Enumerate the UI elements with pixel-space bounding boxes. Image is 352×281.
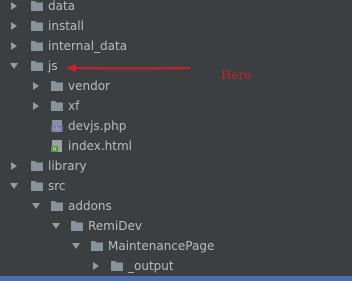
chevron-right-icon[interactable] bbox=[8, 0, 20, 12]
tree-item-label: js bbox=[48, 59, 58, 73]
tree-item-xf[interactable]: xf bbox=[0, 96, 352, 116]
folder-icon bbox=[51, 81, 63, 91]
tree-item-library[interactable]: library bbox=[0, 156, 352, 176]
tree-item-internal-data[interactable]: internal_data bbox=[0, 36, 352, 56]
chevron-right-icon[interactable] bbox=[30, 80, 42, 92]
folder-icon bbox=[71, 221, 83, 231]
project-file-tree: data install internal_data js vendor xf … bbox=[0, 0, 352, 281]
chevron-right-icon[interactable] bbox=[8, 40, 20, 52]
tree-item-vendor[interactable]: vendor bbox=[0, 76, 352, 96]
tree-item-label: devjs.php bbox=[68, 119, 127, 133]
folder-icon bbox=[51, 101, 63, 111]
chevron-right-icon[interactable] bbox=[90, 260, 102, 272]
chevron-down-icon[interactable] bbox=[70, 240, 82, 252]
tree-item-label: install bbox=[48, 19, 84, 33]
php-file-icon: php bbox=[51, 120, 63, 132]
chevron-right-icon[interactable] bbox=[30, 100, 42, 112]
folder-icon bbox=[51, 201, 63, 211]
chevron-down-icon[interactable] bbox=[8, 60, 20, 72]
tree-item-addons[interactable]: addons bbox=[0, 196, 352, 216]
tree-item-label: MaintenancePage bbox=[108, 239, 215, 253]
folder-icon bbox=[31, 1, 43, 11]
tree-item-devjs-php[interactable]: php devjs.php bbox=[0, 116, 352, 136]
html-file-icon: H bbox=[51, 140, 62, 153]
chevron-down-icon[interactable] bbox=[30, 200, 42, 212]
chevron-down-icon[interactable] bbox=[50, 220, 62, 232]
tree-item-label: RemiDev bbox=[88, 219, 142, 233]
tree-item-index-html[interactable]: H index.html bbox=[0, 136, 352, 156]
tree-item-install[interactable]: install bbox=[0, 16, 352, 36]
tree-item-label: addons bbox=[68, 199, 112, 213]
tree-item-src[interactable]: src bbox=[0, 176, 352, 196]
chevron-right-icon[interactable] bbox=[8, 20, 20, 32]
folder-icon bbox=[31, 21, 43, 31]
tree-item-label: internal_data bbox=[48, 39, 128, 53]
folder-icon bbox=[31, 181, 43, 191]
folder-icon bbox=[111, 261, 123, 271]
tree-item-label: _output bbox=[128, 259, 174, 273]
selected-row[interactable] bbox=[0, 276, 352, 281]
tree-item-label: library bbox=[48, 159, 87, 173]
tree-item-output[interactable]: _output bbox=[0, 256, 352, 276]
tree-item-label: xf bbox=[68, 99, 80, 113]
tree-item-remidev[interactable]: RemiDev bbox=[0, 216, 352, 236]
svg-text:H: H bbox=[53, 147, 57, 153]
tree-item-data[interactable]: data bbox=[0, 0, 352, 16]
tree-item-maintenancepage[interactable]: MaintenancePage bbox=[0, 236, 352, 256]
folder-icon bbox=[31, 61, 43, 71]
folder-icon bbox=[91, 241, 103, 251]
folder-icon bbox=[31, 41, 43, 51]
tree-item-label: index.html bbox=[68, 139, 132, 153]
annotation-label: Here bbox=[221, 68, 252, 82]
tree-item-label: src bbox=[48, 179, 66, 193]
svg-text:php: php bbox=[53, 126, 61, 131]
chevron-right-icon[interactable] bbox=[8, 160, 20, 172]
tree-item-label: data bbox=[48, 0, 76, 13]
chevron-down-icon[interactable] bbox=[8, 180, 20, 192]
folder-icon bbox=[31, 161, 43, 171]
tree-item-js[interactable]: js bbox=[0, 56, 352, 76]
tree-item-label: vendor bbox=[68, 79, 110, 93]
